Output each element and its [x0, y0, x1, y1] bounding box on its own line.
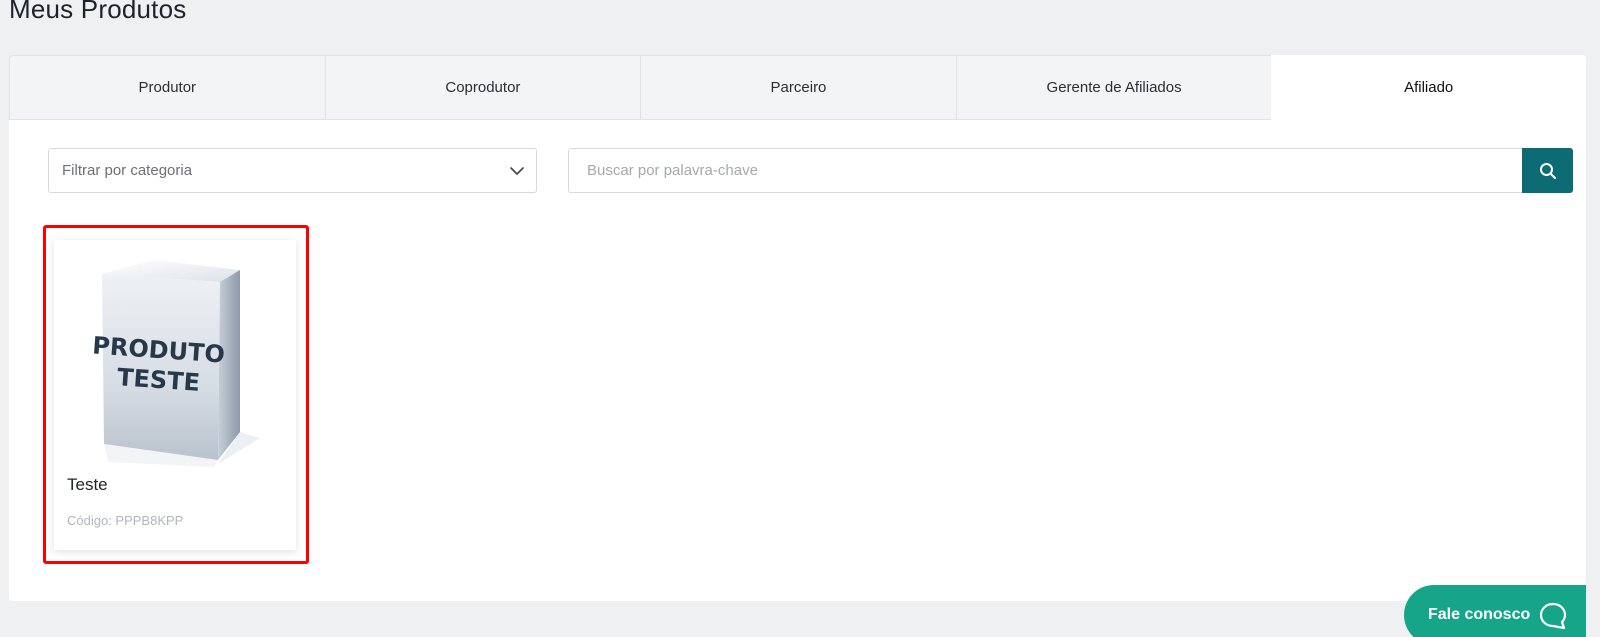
tab-coprodutor[interactable]: Coprodutor	[324, 55, 641, 120]
product-image-text-line2: TESTE	[116, 363, 201, 397]
chat-bubble-icon	[1539, 602, 1567, 630]
contact-us-button[interactable]: Fale conosco	[1404, 585, 1586, 637]
keyword-search	[568, 148, 1573, 193]
product-card[interactable]: PRODUTO TESTE Teste Código: PPPB8KPP	[54, 240, 296, 550]
tab-produtor[interactable]: Produtor	[9, 55, 325, 120]
search-icon	[1539, 162, 1556, 179]
keyword-search-input[interactable]	[568, 148, 1522, 193]
product-code: Código: PPPB8KPP	[67, 513, 184, 528]
chevron-down-icon	[510, 167, 524, 175]
search-button[interactable]	[1522, 148, 1573, 193]
category-filter-placeholder: Filtrar por categoria	[62, 162, 193, 179]
tab-gerente-de-afiliados[interactable]: Gerente de Afiliados	[955, 55, 1272, 120]
category-filter-select[interactable]: Filtrar por categoria	[48, 148, 537, 193]
contact-us-label: Fale conosco	[1428, 606, 1531, 623]
product-box-image: PRODUTO TESTE	[94, 260, 260, 467]
tab-afiliado[interactable]: Afiliado	[1271, 55, 1586, 120]
product-name: Teste	[67, 475, 108, 494]
role-tabs: Produtor Coprodutor Parceiro Gerente de …	[9, 55, 1586, 120]
tab-parceiro[interactable]: Parceiro	[640, 55, 956, 120]
page-title: Meus Produtos	[9, 0, 187, 24]
